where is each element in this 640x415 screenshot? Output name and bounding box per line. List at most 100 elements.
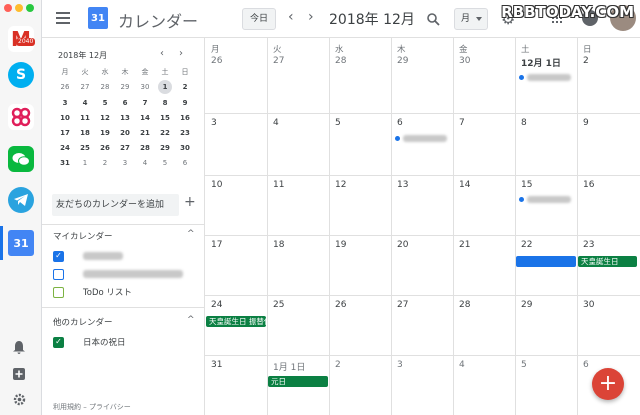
terms-privacy-link[interactable]: 利用規約 – プライバシー [53, 402, 131, 412]
mini-day[interactable]: 18 [75, 128, 95, 139]
day-cell[interactable]: 8 [515, 113, 577, 175]
day-number[interactable]: 9 [583, 118, 589, 128]
day-cell[interactable]: 5 [515, 355, 577, 415]
day-cell[interactable]: 18 [267, 235, 329, 295]
day-cell[interactable]: 木 29 [391, 38, 453, 113]
mini-day[interactable]: 9 [175, 98, 195, 109]
maximize-window-button[interactable] [26, 4, 34, 12]
mini-day[interactable]: 27 [75, 82, 95, 93]
day-cell[interactable]: 31 [205, 355, 267, 415]
mini-day[interactable]: 4 [135, 158, 155, 169]
mini-day[interactable]: 7 [135, 98, 155, 109]
mini-day[interactable]: 30 [175, 143, 195, 154]
mini-chevron-left-icon[interactable]: ‹ [160, 48, 164, 59]
checkbox-empty-icon[interactable] [53, 286, 64, 298]
slack-icon[interactable] [8, 104, 34, 130]
day-cell[interactable]: 水 28 [329, 38, 391, 113]
day-cell[interactable]: 日2 [577, 38, 640, 113]
mini-day[interactable]: 1 [158, 80, 172, 94]
mini-day[interactable]: 6 [175, 158, 195, 169]
mini-day[interactable]: 30 [135, 82, 155, 93]
day-cell[interactable]: 3 [205, 113, 267, 175]
my-calendars-title[interactable]: マイカレンダー [53, 230, 113, 242]
mini-day[interactable]: 2 [95, 158, 115, 169]
mini-day[interactable]: 28 [135, 143, 155, 154]
day-cell[interactable]: 6 [391, 113, 453, 175]
day-cell[interactable]: 月 26 [205, 38, 267, 113]
mini-day[interactable]: 6 [115, 98, 135, 109]
redacted-event[interactable] [403, 135, 447, 142]
mini-day[interactable]: 21 [135, 128, 155, 139]
mini-day[interactable]: 15 [155, 113, 175, 124]
day-cell[interactable]: 金 30 [453, 38, 515, 113]
mini-day[interactable]: 3 [115, 158, 135, 169]
add-friend-calendar-input[interactable]: 友だちのカレンダーを追加 [52, 194, 179, 216]
day-cell[interactable]: 16 [577, 175, 640, 235]
mini-day[interactable]: 13 [115, 113, 135, 124]
day-number[interactable]: 22 [521, 240, 532, 250]
day-number[interactable]: 3 [211, 118, 217, 128]
mini-day[interactable]: 19 [95, 128, 115, 139]
google-calendar-icon[interactable]: 31 [8, 230, 34, 256]
day-cell[interactable]: 30 [577, 295, 640, 355]
day-cell[interactable]: 27 [391, 295, 453, 355]
mini-day[interactable]: 16 [175, 113, 195, 124]
day-number[interactable]: 15 [521, 180, 532, 190]
day-cell[interactable]: 17 [205, 235, 267, 295]
day-number[interactable]: 2 [335, 360, 341, 370]
mini-day[interactable]: 20 [115, 128, 135, 139]
day-number[interactable]: 4 [273, 118, 279, 128]
day-number[interactable]: 31 [211, 360, 222, 370]
mini-day[interactable]: 17 [55, 128, 75, 139]
day-number[interactable]: 1月 1日 [273, 360, 305, 373]
day-cell[interactable]: 5 [329, 113, 391, 175]
day-number[interactable]: 5 [521, 360, 527, 370]
mini-day[interactable]: 5 [95, 98, 115, 109]
mini-day[interactable]: 12 [95, 113, 115, 124]
day-number[interactable]: 14 [459, 180, 470, 190]
day-cell[interactable]: 20 [391, 235, 453, 295]
mini-day[interactable]: 26 [55, 82, 75, 93]
day-number[interactable]: 29 [521, 300, 532, 310]
checkbox-empty-icon[interactable] [53, 268, 64, 280]
calendar-item-personal[interactable]: ✓ [53, 250, 123, 262]
chevron-up-icon[interactable]: ^ [187, 229, 195, 239]
calendar-item-todo[interactable]: ToDo リスト [53, 286, 132, 298]
holiday-event[interactable]: 天皇誕生日 [578, 256, 637, 267]
day-number[interactable]: 12月 1日 [521, 56, 561, 69]
mini-day[interactable]: 28 [95, 82, 115, 93]
mini-day[interactable]: 4 [75, 98, 95, 109]
day-number[interactable]: 10 [211, 180, 222, 190]
day-cell[interactable]: 7 [453, 113, 515, 175]
mini-day[interactable]: 23 [175, 128, 195, 139]
mini-day[interactable]: 14 [135, 113, 155, 124]
day-number[interactable]: 28 [459, 300, 470, 310]
calendar-item-other[interactable] [53, 268, 183, 280]
view-selector[interactable]: 月 [454, 8, 488, 30]
day-number[interactable]: 27 [273, 56, 284, 66]
day-number[interactable]: 13 [397, 180, 408, 190]
day-number[interactable]: 28 [335, 56, 346, 66]
day-cell[interactable]: 11 [267, 175, 329, 235]
day-cell[interactable]: 29 [515, 295, 577, 355]
day-number[interactable]: 8 [521, 118, 527, 128]
day-cell[interactable]: 13 [391, 175, 453, 235]
day-number[interactable]: 24 [211, 300, 222, 310]
menu-icon[interactable] [56, 12, 70, 24]
day-number[interactable]: 20 [397, 240, 408, 250]
chevron-right-icon[interactable]: › [308, 9, 314, 25]
day-number[interactable]: 12 [335, 180, 346, 190]
day-cell[interactable]: 19 [329, 235, 391, 295]
day-number[interactable]: 16 [583, 180, 594, 190]
personal-event-bar[interactable] [516, 256, 576, 267]
mini-day[interactable]: 26 [95, 143, 115, 154]
day-number[interactable]: 30 [459, 56, 470, 66]
check-icon[interactable]: ✓ [53, 336, 64, 348]
day-number[interactable]: 19 [335, 240, 346, 250]
create-event-button[interactable]: + [592, 368, 624, 400]
day-number[interactable]: 4 [459, 360, 465, 370]
day-number[interactable]: 7 [459, 118, 465, 128]
day-cell[interactable]: 4 [267, 113, 329, 175]
add-icon[interactable] [13, 368, 25, 383]
day-cell[interactable]: 25 [267, 295, 329, 355]
